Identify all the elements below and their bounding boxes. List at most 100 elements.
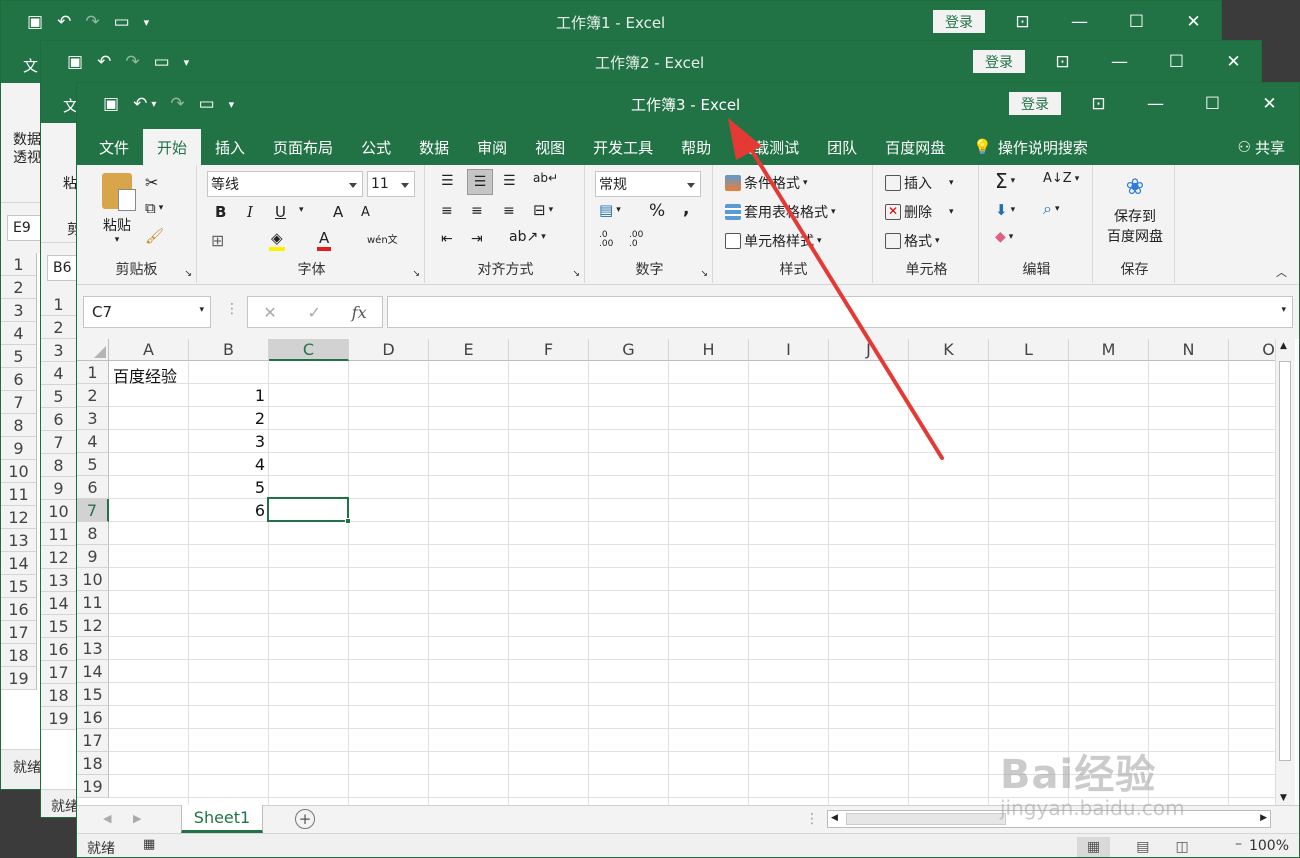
- format-cells-button[interactable]: 格式 ▾: [885, 231, 940, 251]
- font-size-select[interactable]: 11: [367, 171, 415, 197]
- zoom-minus-icon[interactable]: –: [1235, 836, 1242, 852]
- active-cell-selection[interactable]: [267, 497, 351, 524]
- menu-insert[interactable]: 插入: [201, 129, 259, 165]
- vertical-scrollbar[interactable]: ▲ ▼: [1275, 339, 1295, 805]
- normal-view-icon[interactable]: ▦: [1077, 836, 1111, 857]
- comma-button[interactable]: ,: [683, 199, 689, 219]
- row-header-16[interactable]: 16: [77, 706, 109, 729]
- login-button[interactable]: 登录: [973, 50, 1025, 73]
- column-header-J[interactable]: J: [829, 339, 909, 361]
- row-header[interactable]: 10: [41, 500, 77, 523]
- row-header[interactable]: 4: [1, 322, 37, 345]
- conditional-format-button[interactable]: 条件格式 ▾: [725, 173, 808, 193]
- close-icon[interactable]: ✕: [1165, 12, 1221, 32]
- menu-file[interactable]: 文件: [85, 129, 143, 165]
- menu-data[interactable]: 数据: [405, 129, 463, 165]
- worksheet-grid[interactable]: A B C D E F G H I J K L M N O 1 2 3 4 5 6 7 8 9 10 11 12 13 14 15 16 17…: [77, 339, 1275, 805]
- shrink-font-button[interactable]: A: [361, 205, 370, 220]
- row-header-13[interactable]: 13: [77, 637, 109, 660]
- dialog-launcher-icon[interactable]: ↘: [572, 269, 580, 279]
- login-button[interactable]: 登录: [933, 10, 985, 33]
- minimize-icon[interactable]: —: [1091, 52, 1148, 72]
- row-header-9[interactable]: 9: [77, 545, 109, 568]
- close-icon[interactable]: ✕: [1241, 94, 1298, 114]
- underline-dropdown-icon[interactable]: ▾: [299, 205, 304, 215]
- cell-styles-button[interactable]: 单元格样式 ▾: [725, 231, 822, 251]
- minimize-icon[interactable]: —: [1127, 94, 1184, 114]
- menu-help[interactable]: 帮助: [667, 129, 725, 165]
- dialog-launcher-icon[interactable]: ↘: [184, 269, 192, 279]
- row-header[interactable]: 3: [41, 339, 77, 362]
- menu-baidu-pan[interactable]: 百度网盘: [871, 129, 959, 165]
- row-header-7[interactable]: 7: [77, 499, 109, 522]
- column-header-O[interactable]: O: [1229, 339, 1275, 361]
- percent-button[interactable]: %: [649, 201, 665, 221]
- column-header-D[interactable]: D: [349, 339, 429, 361]
- italic-button[interactable]: I: [247, 203, 253, 221]
- row-header[interactable]: 6: [1, 368, 37, 391]
- column-header-E[interactable]: E: [429, 339, 509, 361]
- align-middle-icon[interactable]: ☰: [467, 169, 493, 195]
- cell-B7[interactable]: 6: [189, 501, 265, 520]
- open-icon[interactable]: ▭: [154, 52, 170, 72]
- row-header-4[interactable]: 4: [77, 430, 109, 453]
- save-icon[interactable]: ▣: [27, 12, 43, 32]
- scroll-down-icon[interactable]: ▼: [1280, 793, 1287, 803]
- row-header[interactable]: 16: [1, 598, 37, 621]
- row-header[interactable]: 11: [1, 483, 37, 506]
- login-button[interactable]: 登录: [1009, 92, 1061, 115]
- fill-icon[interactable]: ⬇ ▾: [995, 201, 1015, 219]
- row-header[interactable]: 6: [41, 408, 77, 431]
- row-header-6[interactable]: 6: [77, 476, 109, 499]
- hscroll-thumb[interactable]: [846, 813, 1006, 825]
- row-header-3[interactable]: 3: [77, 407, 109, 430]
- row-header[interactable]: 5: [1, 345, 37, 368]
- row-header[interactable]: 15: [41, 615, 77, 638]
- column-header-A[interactable]: A: [109, 339, 189, 361]
- insert-cells-button[interactable]: 插入 ▾: [885, 173, 954, 193]
- dialog-launcher-icon[interactable]: ↘: [412, 269, 420, 279]
- find-select-icon[interactable]: ⌕ ▾: [1043, 199, 1060, 219]
- row-header-19[interactable]: 19: [77, 775, 109, 798]
- menu-load-test[interactable]: 负载测试: [725, 129, 813, 165]
- column-header-N[interactable]: N: [1149, 339, 1229, 361]
- menu-review[interactable]: 审阅: [463, 129, 521, 165]
- row-header[interactable]: 2: [1, 276, 37, 299]
- format-as-table-button[interactable]: 套用表格格式 ▾: [725, 202, 836, 222]
- next-sheet-icon[interactable]: ▶: [133, 812, 141, 825]
- cancel-icon[interactable]: ✕: [263, 303, 276, 322]
- prev-sheet-icon[interactable]: ◀: [103, 812, 111, 825]
- tabs-splitter-icon[interactable]: ⋮: [805, 811, 819, 827]
- align-left-icon[interactable]: ≡: [441, 203, 453, 219]
- row-header[interactable]: 1: [1, 253, 37, 276]
- pivot-peek[interactable]: 数据 透视: [13, 131, 41, 167]
- row-header-15[interactable]: 15: [77, 683, 109, 706]
- align-bottom-icon[interactable]: ☰: [503, 173, 516, 189]
- redo-icon[interactable]: ↷: [170, 94, 184, 114]
- row-header-12[interactable]: 12: [77, 614, 109, 637]
- zoom-level[interactable]: 100%: [1249, 838, 1289, 854]
- select-all-corner[interactable]: [77, 339, 109, 361]
- autosum-icon[interactable]: Σ ▾: [995, 169, 1015, 193]
- phonetic-button[interactable]: wén文: [367, 231, 398, 246]
- wrap-text-icon[interactable]: ab↵: [533, 171, 558, 185]
- font-color-button[interactable]: A: [317, 229, 332, 251]
- insert-function-button[interactable]: fx: [352, 303, 367, 322]
- column-header-B[interactable]: B: [189, 339, 269, 361]
- row-header-11[interactable]: 11: [77, 591, 109, 614]
- column-header-H[interactable]: H: [669, 339, 749, 361]
- align-center-icon[interactable]: ≡: [471, 203, 483, 219]
- increase-indent-icon[interactable]: ⇥: [471, 231, 483, 247]
- row-header[interactable]: 8: [1, 414, 37, 437]
- menu-home[interactable]: 开始: [143, 129, 202, 165]
- minimize-icon[interactable]: —: [1051, 12, 1108, 32]
- row-header[interactable]: 14: [41, 592, 77, 615]
- row-header[interactable]: 7: [41, 431, 77, 454]
- column-header-F[interactable]: F: [509, 339, 589, 361]
- format-painter-icon[interactable]: 🖌: [145, 227, 164, 245]
- open-icon[interactable]: ▭: [114, 12, 130, 32]
- save-icon[interactable]: ▣: [67, 52, 83, 72]
- name-box[interactable]: E9: [7, 215, 41, 241]
- maximize-icon[interactable]: ☐: [1108, 12, 1165, 32]
- row-header[interactable]: 19: [41, 707, 77, 730]
